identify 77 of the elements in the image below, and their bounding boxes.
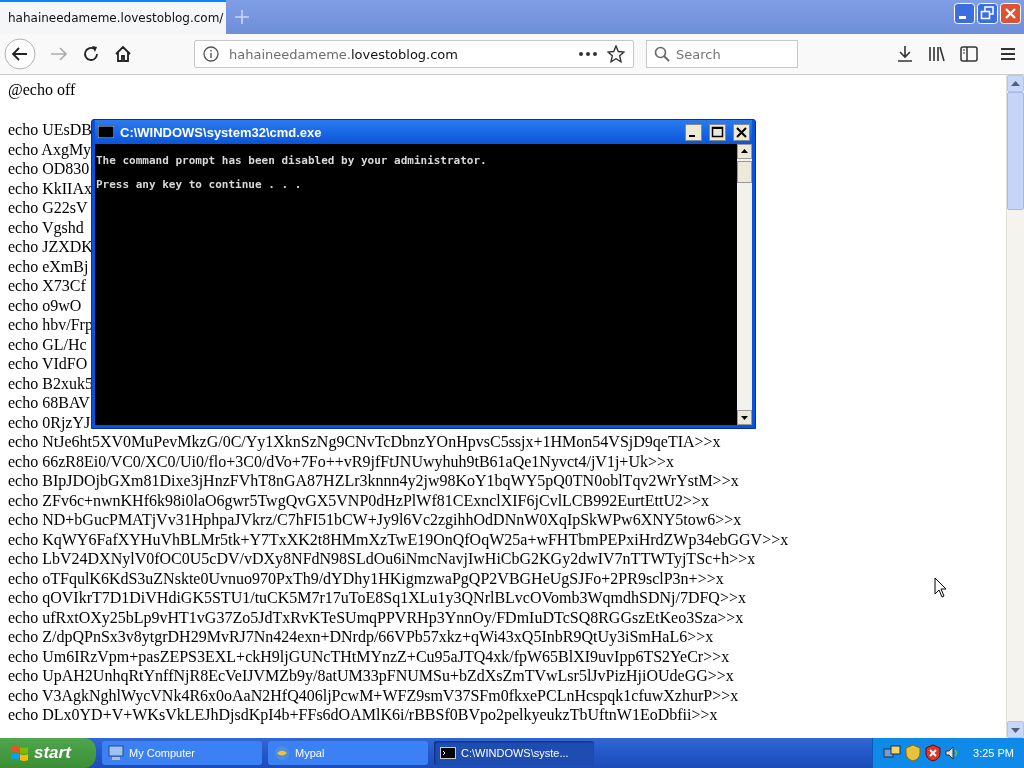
reload-icon[interactable] <box>82 45 100 63</box>
code-line: echo BIpJDOjbGXm81Dixe3jHnzFVhT8nGA87HZLr3knnn4y2jw98KoY1bqWY5pQ0TN0oblTqv2WrYstM>>x <box>8 471 739 491</box>
code-line: echo LbV24DXNylV0fOC0U5cDV/vDXy8NFdN98SLdOu6iNmcNavjIwHiCbG2KGy2dwIV7nTTWTyjTSc+h>>x <box>8 549 756 569</box>
down-arrow-icon <box>1011 726 1020 733</box>
code-line: echo eXmBj <box>8 256 89 276</box>
code-line: echo UpAH2UnhqRtYnffNjR8EcVeIJVMZb9y/8atUM33pFNUMSu+bZdXsZmTVwLsr5lJvPizHjiOUdeGG>>x <box>8 666 734 686</box>
browser-tab[interactable]: hahaineedameme.lovestoblog.com/ <box>0 0 226 34</box>
scroll-down-button[interactable] <box>737 410 752 425</box>
close-button[interactable] <box>733 123 750 141</box>
info-icon <box>203 46 219 62</box>
network-icon[interactable] <box>883 745 902 761</box>
code-line: echo OD830 <box>8 159 90 179</box>
code-line: echo G22sV <box>8 198 88 218</box>
code-line: echo 68BAV <box>8 393 90 413</box>
back-icon[interactable] <box>4 38 36 70</box>
search-field[interactable]: Search <box>646 40 798 68</box>
scroll-up-button[interactable] <box>737 144 752 159</box>
code-line: echo JZXDK <box>8 237 93 257</box>
code-line: echo 0RjzYJ <box>8 412 91 432</box>
taskbar-button[interactable]: C:\WINDOWS\syste... <box>434 741 594 765</box>
code-line: @echo off <box>8 80 76 100</box>
code-line: echo ufRxtOXy25bLp9vHT1vG37Zo5JdTxRvKTeSUmqPPVRHp3YnnOy/FDmIuDTcSQ8RGGszEtKeo3Sza>>x <box>8 607 744 627</box>
code-line: echo Z/dpQPnSx3v8ytgrDH29MvRJ7Nn424exn+DNrdp/66VPb57xkz+qWi43xQ5InbR9QtUy3iSmHaL6>>x <box>8 627 714 647</box>
taskbar-button[interactable]: Mypal <box>268 741 428 765</box>
computer-icon <box>108 745 124 761</box>
code-line: echo o9wO <box>8 295 82 315</box>
security-alert-icon[interactable] <box>925 744 942 762</box>
minimize-button[interactable] <box>685 123 702 141</box>
more-icon[interactable] <box>579 52 597 56</box>
address-bar[interactable]: hahaineedameme.lovestoblog.com <box>194 40 634 68</box>
star-icon[interactable] <box>607 45 625 63</box>
search-icon <box>654 46 670 62</box>
code-line: echo Um6IRzVpm+pasZEPS3EXL+ckH9ljGUNcTHtMYnzZ+Cu95aJTQ4xk/fpW65BlXI9uvIpp6TS2YeCr>>x <box>8 646 730 666</box>
code-line: echo Vgshd <box>8 217 84 237</box>
code-line: echo oTFqulK6KdS3uZNskte0Uvnuo970PxTh9/dYDhy1HKigmzwaPgQP2VBGHeUgSJFo+2PR9sclP3n+>>x <box>8 568 724 588</box>
code-line: echo ND+bGucPMATjVv31HphpaJVkrz/C7hFI51bCW+Jy9l6Vc2zgihhOdDNnW0XqIpSkWPw6XNY5tow6>>x <box>8 510 742 530</box>
console-icon <box>440 745 456 761</box>
restore-button[interactable] <box>977 3 998 24</box>
code-line: echo V3AgkNghlWycVNk4R6x0oAaN2HfQ406ljPcwM+WFZ9smV37SFm0fkxePCLnHcspqk1cfuwXzhurP>>x <box>8 685 739 705</box>
mouse-cursor-icon <box>934 577 947 598</box>
menu-icon[interactable] <box>1000 47 1016 61</box>
sidebar-icon[interactable] <box>960 46 978 62</box>
code-line: echo 66zR8Ei0/VC0/XC0/Ui0/flo+3C0/dVo+7Fo++vR9jfFtJNUwyhuh9tB61aQe1Nyvct4/jV1j+Uk>>x <box>8 451 674 471</box>
code-line: echo KqWY6FafXYHuVhBLMr5tk+Y7TxXK2t8HMmXzTwE19OnQfOqW25a+wFHTbmPEPxiHrdZWp34ebGGV>>x <box>8 529 789 549</box>
browser-icon <box>274 745 290 761</box>
code-line: echo AxgMy <box>8 139 92 159</box>
maximize-button[interactable] <box>709 123 726 141</box>
console-text: The command prompt has been disabled by your administrator. <box>96 153 487 169</box>
code-line: echo UEsDB <box>8 120 92 140</box>
window-title: C:\WINDOWS\system32\cmd.exe <box>120 124 322 140</box>
scrollbar[interactable] <box>1006 75 1024 738</box>
code-line: echo KkIIAx <box>8 178 92 198</box>
code-line: echo ZFv6c+nwnKHf6k98i0laO6gwr5TwgQvGX5VNP0dHzPlWf81CExnclXIF6jCvlLCB992EurtEttU2>>x <box>8 490 709 510</box>
download-icon[interactable] <box>896 45 914 63</box>
code-line: echo NtJe6ht5XV0MuPevMkzG/0C/Yy1XknSzNg9CNvTcDbnzYOnHpvsC5ssjx+1HMon54VSjD9qeTIA>>x <box>8 432 721 452</box>
taskbar-button[interactable]: My Computer <box>102 741 262 765</box>
code-line: echo qOVIkrT7D1DiVHdiGK5STU1/tuCK5M7r17uToE8Sq1XLu1y3QNrlBLvcOVomb3WqmdhSDNj/7DFQ>>x <box>8 588 746 608</box>
code-line: echo hbv/Frp <box>8 315 93 335</box>
code-line: echo B2xuk5 <box>8 373 93 393</box>
scrollbar[interactable] <box>737 144 752 425</box>
scroll-thumb[interactable] <box>737 161 752 183</box>
library-icon[interactable] <box>928 45 946 63</box>
scroll-thumb[interactable] <box>1007 92 1024 210</box>
search-input[interactable]: Search <box>676 46 786 62</box>
console-icon <box>98 126 114 138</box>
code-line: echo GL/Hc <box>8 334 87 354</box>
windows-logo-icon <box>10 744 30 762</box>
home-icon[interactable] <box>114 45 132 63</box>
up-arrow-icon <box>1011 80 1020 87</box>
code-line: echo X73Cf <box>8 276 86 296</box>
start-button[interactable]: start <box>0 738 96 768</box>
tab-title: hahaineedameme.lovestoblog.com/ <box>8 11 224 25</box>
url-text: hahaineedameme.lovestoblog.com <box>229 46 458 62</box>
code-line: echo VIdFO <box>8 354 88 374</box>
code-line: echo DLx0YD+V+WKsVkLEJhDjsdKpI4b+FFs6dOAMlK6i/rBBSf0BVpo2pelkyeukzTbUftnW1EoDbfii>>x <box>8 705 718 725</box>
console-text: Press any key to continue . . . <box>96 177 302 193</box>
clock-text: 3:25 PM <box>973 747 1014 759</box>
